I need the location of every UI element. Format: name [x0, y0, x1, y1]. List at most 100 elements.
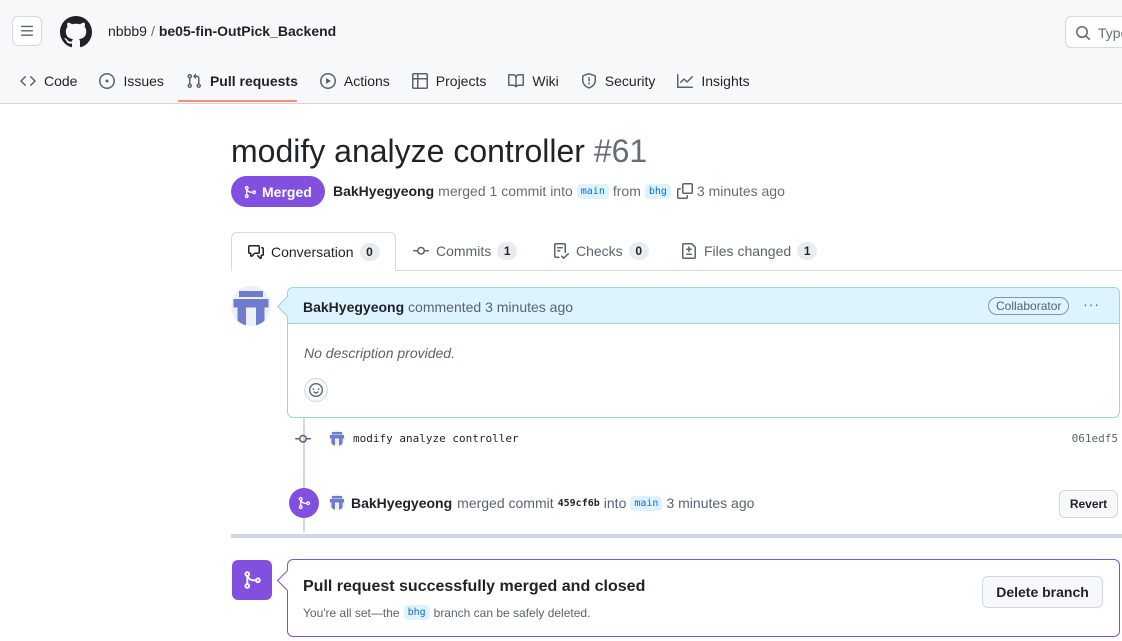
comment-box: BakHyegyeong commented 3 minutes ago Col…	[287, 287, 1120, 418]
comment-options-button[interactable]: ···	[1083, 296, 1100, 312]
timeline-end-divider	[231, 534, 1122, 538]
merge-time: 3 minutes ago	[666, 495, 755, 511]
breadcrumb-separator: /	[150, 23, 155, 39]
pr-from-text: from	[612, 183, 641, 199]
diff-icon	[682, 243, 696, 259]
tab-files-changed[interactable]: Files changed 1	[681, 232, 818, 270]
pr-time: 3 minutes ago	[696, 183, 785, 199]
code-icon	[20, 75, 36, 86]
pr-meta: BakHyegyeong merged 1 commit into main f…	[333, 183, 785, 199]
github-logo-icon[interactable]	[60, 16, 92, 48]
shield-icon	[581, 72, 596, 89]
pr-title-text: modify analyze controller	[231, 133, 585, 169]
nav-issues[interactable]: Issues	[99, 72, 164, 89]
git-merge-icon	[244, 571, 261, 589]
merged-head-branch[interactable]: bhg	[403, 605, 430, 620]
nav-security[interactable]: Security	[581, 72, 656, 89]
pr-author-link[interactable]: BakHyegyeong	[333, 183, 434, 199]
tab-commits-label: Commits	[436, 243, 492, 259]
copy-icon[interactable]	[676, 183, 693, 199]
git-merge-icon	[244, 185, 257, 198]
play-icon	[319, 72, 336, 89]
breadcrumb: nbbb9/be05-fin-OutPick_Backend	[108, 23, 336, 39]
search-icon	[1076, 26, 1090, 40]
comment-action: commented 3 minutes ago	[408, 299, 574, 315]
tab-checks-label: Checks	[576, 243, 623, 259]
merge-target-branch[interactable]: main	[630, 495, 663, 511]
identicon-icon	[329, 430, 345, 446]
tab-commits[interactable]: Commits 1	[413, 232, 518, 270]
tab-conversation-count: 0	[359, 243, 380, 261]
nav-actions[interactable]: Actions	[319, 72, 390, 89]
comment-discussion-icon	[248, 245, 264, 259]
smiley-icon	[309, 383, 323, 397]
merge-event: BakHyegyeong merged commit 459cf6b into …	[289, 488, 1122, 518]
collaborator-badge: Collaborator	[988, 297, 1070, 315]
git-merge-icon	[298, 496, 311, 510]
base-branch[interactable]: main	[576, 183, 609, 199]
comment-meta: BakHyegyeong commented 3 minutes ago	[303, 299, 573, 315]
commit-icon	[295, 434, 311, 443]
checklist-icon	[554, 243, 569, 259]
merged-state-badge: Merged	[231, 176, 325, 207]
nav-code[interactable]: Code	[20, 72, 77, 89]
search-input[interactable]: Type	[1065, 16, 1122, 48]
merged-status-icon	[232, 560, 272, 600]
commit-icon	[413, 246, 429, 255]
tab-checks[interactable]: Checks 0	[553, 232, 649, 270]
repo-link[interactable]: be05-fin-OutPick_Backend	[159, 23, 336, 39]
nav-issues-label: Issues	[123, 72, 164, 89]
delete-branch-button[interactable]: Delete branch	[982, 576, 1103, 608]
add-reaction-button[interactable]	[304, 378, 328, 402]
merge-text-1: merged commit	[457, 495, 554, 511]
page-title: modify analyze controller #61	[231, 133, 647, 170]
nav-projects-label: Projects	[435, 72, 487, 89]
repo-header: nbbb9/be05-fin-OutPick_Backend Type Code…	[0, 0, 1122, 104]
merge-commit-sha-link[interactable]: 459cf6b	[558, 498, 600, 509]
nav-security-label: Security	[604, 72, 656, 89]
search-placeholder: Type	[1098, 25, 1122, 41]
merge-text-2: into	[603, 495, 627, 511]
tab-checks-count: 0	[628, 242, 649, 260]
issue-icon	[99, 72, 116, 89]
table-icon	[411, 72, 428, 89]
tab-conversation[interactable]: Conversation 0	[231, 232, 396, 271]
hamburger-icon	[20, 25, 34, 36]
nav-projects[interactable]: Projects	[411, 72, 487, 89]
tab-commits-count: 1	[497, 242, 518, 260]
comment-author-link[interactable]: BakHyegyeong	[303, 299, 404, 315]
repo-nav: Code Issues Pull requests Actions Projec…	[20, 72, 772, 103]
pr-number: #61	[593, 133, 648, 169]
merge-author-link[interactable]: BakHyegyeong	[351, 495, 452, 511]
merged-sub-suffix: branch can be safely deleted.	[433, 605, 591, 620]
nav-wiki-label: Wiki	[532, 72, 559, 89]
active-nav-underline	[178, 100, 297, 102]
nav-code-label: Code	[44, 72, 78, 89]
owner-link[interactable]: nbbb9	[108, 23, 147, 39]
nav-pull-requests-label: Pull requests	[209, 72, 298, 89]
nav-wiki[interactable]: Wiki	[508, 72, 559, 89]
commit-row: modify analyze controller 061edf5	[295, 430, 1122, 448]
nav-pull-requests[interactable]: Pull requests	[186, 72, 298, 89]
commit-sha-link[interactable]: 061edf5	[1072, 432, 1118, 445]
nav-insights[interactable]: Insights	[677, 72, 750, 89]
commit-author-avatar[interactable]	[329, 430, 345, 446]
revert-button[interactable]: Revert	[1059, 490, 1118, 518]
merge-event-badge	[289, 488, 319, 518]
commit-message-link[interactable]: modify analyze controller	[353, 432, 519, 445]
nav-actions-label: Actions	[343, 72, 390, 89]
book-icon	[508, 73, 525, 87]
pr-merged-text: merged 1 commit into	[438, 183, 573, 199]
merged-status-subtitle: You're all set—the bhg branch can be saf…	[303, 605, 590, 620]
tab-files-changed-count: 1	[797, 242, 818, 260]
tab-files-changed-label: Files changed	[704, 243, 792, 259]
comment-header: BakHyegyeong commented 3 minutes ago Col…	[288, 288, 1119, 324]
merged-status-box: Pull request successfully merged and clo…	[287, 559, 1120, 637]
head-branch[interactable]: bhg	[644, 183, 671, 199]
tab-conversation-label: Conversation	[271, 244, 354, 260]
pull-request-icon	[187, 73, 201, 88]
identicon-icon	[231, 286, 271, 326]
merge-author-avatar[interactable]	[329, 494, 345, 510]
menu-button[interactable]	[12, 16, 42, 46]
avatar[interactable]	[231, 286, 271, 326]
